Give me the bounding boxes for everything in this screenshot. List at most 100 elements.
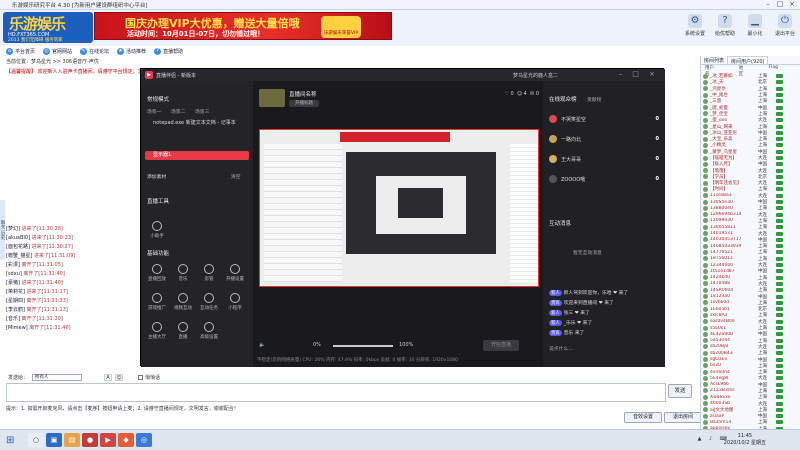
maximize-icon[interactable]: □ xyxy=(774,0,786,9)
mode-title[interactable]: 常规模式 xyxy=(147,95,169,103)
status-icon xyxy=(776,237,783,242)
feature-hall[interactable]: 主播大厅 xyxy=(147,322,167,340)
window-title-bar: 乐游娱乐研究平台 4.30 [为新用户建设群组织中心平台] – □ × xyxy=(0,0,800,10)
volume-slider[interactable] xyxy=(333,345,393,347)
status-icon xyxy=(776,281,783,286)
windows-start-icon[interactable]: ⊞ xyxy=(6,435,14,446)
clear-button[interactable]: 清空 xyxy=(231,173,241,180)
folder-icon[interactable]: ▤ xyxy=(64,433,80,447)
avatar xyxy=(703,111,708,117)
room-cover-image[interactable] xyxy=(259,89,285,107)
viewer-row[interactable]: 王大哥哥 0 xyxy=(549,153,659,165)
live-app-icon[interactable]: ▶ xyxy=(100,433,116,447)
toolbar-home[interactable]: ⌂ 平台首页 xyxy=(6,47,35,55)
user-region: 上海 xyxy=(758,313,767,319)
private-chat-checkbox[interactable]: 悄悄话 xyxy=(138,374,160,381)
avatar xyxy=(703,79,708,85)
feature-live[interactable]: 直播 xyxy=(173,322,193,340)
feature-advanced[interactable]: 高级设置 xyxy=(199,322,219,340)
scene-tab-2[interactable]: 场景二 xyxy=(171,108,185,115)
window-controls[interactable]: – □ × xyxy=(619,70,659,78)
exit-button[interactable]: ⏻ 退出平台 xyxy=(770,14,800,37)
feature-settings[interactable]: 开播设置 xyxy=(225,264,245,282)
user-region: 上海 xyxy=(758,420,767,426)
source-display[interactable] xyxy=(145,135,249,144)
promo-banner[interactable]: 国庆办理VIP大优惠，赠送大量倍哦 活动时间：10月01日-07日，切勿错过哦！… xyxy=(94,12,392,40)
emoji-icon[interactable]: ☺ xyxy=(115,373,124,381)
anchor-name[interactable]: 梦乌星光的鹿人盒二 xyxy=(513,72,558,79)
browser-icon[interactable]: ◎ xyxy=(136,433,152,447)
exit-room-button[interactable]: 退出房间 xyxy=(664,412,702,423)
user-region: 上海 xyxy=(758,93,767,99)
scene-tab-1[interactable]: 场景一 xyxy=(147,108,161,115)
toolbar-events[interactable]: ★ 活动推荐 xyxy=(117,47,146,55)
system-settings-button[interactable]: ⚙ 系统设置 xyxy=(680,14,710,37)
assistant-tool[interactable]: 小助手 xyxy=(147,221,167,239)
room-name[interactable]: 直播间名称 xyxy=(289,90,317,98)
user-name: _冰山_亚亚尼 xyxy=(710,130,737,136)
minimize-icon[interactable]: – xyxy=(762,0,774,9)
screen-preview[interactable] xyxy=(259,129,539,287)
user-region: 大连 xyxy=(758,212,767,218)
avatar xyxy=(703,256,708,262)
add-material-button[interactable]: 添加素材 xyxy=(147,173,166,180)
start-live-button[interactable]: 开始直播 xyxy=(483,340,519,351)
send-target-select[interactable]: 所有人 xyxy=(32,373,83,381)
avatar xyxy=(703,306,708,312)
chat-history-side-tab[interactable]: 聊天 历史 xyxy=(0,200,5,260)
miniapp-icon xyxy=(230,293,240,303)
status-icon xyxy=(776,388,783,393)
close-icon[interactable]: × xyxy=(786,0,798,9)
user-name: _冰_天 xyxy=(710,80,724,86)
user-region: 上海 xyxy=(758,300,767,306)
status-icon xyxy=(776,105,783,110)
chat-app-icon[interactable]: ◆ xyxy=(118,433,134,447)
status-icon xyxy=(776,338,783,343)
online-title[interactable]: 在线观众榜 xyxy=(549,95,577,103)
user-name: 18123a0 xyxy=(710,294,730,300)
avatar xyxy=(703,98,708,104)
feature-music[interactable]: 音乐 xyxy=(173,264,193,282)
viewer-row[interactable]: ZOOOO哦 0 xyxy=(549,173,659,185)
feature-video[interactable]: 视频互动 xyxy=(173,293,193,311)
viewer-row[interactable]: 一路向北 0 xyxy=(549,133,659,145)
list-item: 新人 _乐乐 ❤ 来了 xyxy=(549,320,593,326)
avatar xyxy=(703,130,708,136)
feature-miniapp[interactable]: 小程序 xyxy=(225,293,245,311)
room-title-button[interactable]: 开播标题 xyxy=(289,100,319,107)
font-color-icon[interactable]: A xyxy=(104,373,113,381)
feature-task[interactable]: 互动任务 xyxy=(199,293,219,311)
feature-admin[interactable]: 房管 xyxy=(199,264,219,282)
contribution-tab[interactable]: 贡献榜 xyxy=(587,96,601,103)
toolbar-website[interactable]: ◎ 官网网站 xyxy=(43,47,72,55)
feature-promo[interactable]: 游戏推广 xyxy=(147,293,167,311)
send-button[interactable]: 发送 xyxy=(668,384,692,398)
status-icon xyxy=(776,130,783,135)
column-header-region[interactable]: 地区 xyxy=(739,65,747,77)
viewer-row[interactable]: 不哭笑星空 0 xyxy=(549,113,659,125)
taskbar-clock[interactable]: 11:45 2020/10/2 星期五 xyxy=(724,433,766,447)
list-item: [星期四] 离开了[11:31:33] xyxy=(6,298,68,304)
column-header-flag[interactable]: Flag xyxy=(769,65,778,73)
column-header-username[interactable]: 用户名 xyxy=(705,65,717,77)
source-monitor[interactable]: 显示器1 xyxy=(145,151,249,160)
speaker-icon[interactable]: 🔈 xyxy=(259,342,265,348)
app-icon[interactable]: ● xyxy=(82,433,98,447)
feature-replay[interactable]: 直播回放 xyxy=(147,264,167,282)
status-icon xyxy=(776,124,783,129)
chat-message-input[interactable] xyxy=(6,383,666,402)
toolbar-help[interactable]: ? 直播帮助 xyxy=(154,47,183,55)
search-icon[interactable]: ○ xyxy=(28,433,44,447)
tab-room-list[interactable]: 房间列表 xyxy=(701,56,727,64)
audio-settings-button[interactable]: 音效设置 xyxy=(624,412,662,423)
help-button[interactable]: ? 给优帮助 xyxy=(710,14,740,37)
live-chat-input[interactable]: 说点什么... xyxy=(549,345,573,352)
live-right-panel: 在线观众榜 贡献榜 不哭笑星空 0 一路向北 0 王大哥哥 0 ZOOOO哦 0 互动消… xyxy=(543,81,665,367)
scene-tab-3[interactable]: 场景三 xyxy=(195,108,209,115)
status-icon xyxy=(776,174,783,179)
toolbar-forum[interactable]: ✎ 在线论坛 xyxy=(80,47,109,55)
minimize-button[interactable]: ▁ 最小化 xyxy=(740,14,770,37)
tab-room-users[interactable]: 房间用户(920) xyxy=(727,56,769,65)
file-explorer-icon[interactable]: ▣ xyxy=(46,433,62,447)
source-notepad[interactable]: notepad.exe 新建文本文档 - 记事本 xyxy=(145,119,249,128)
